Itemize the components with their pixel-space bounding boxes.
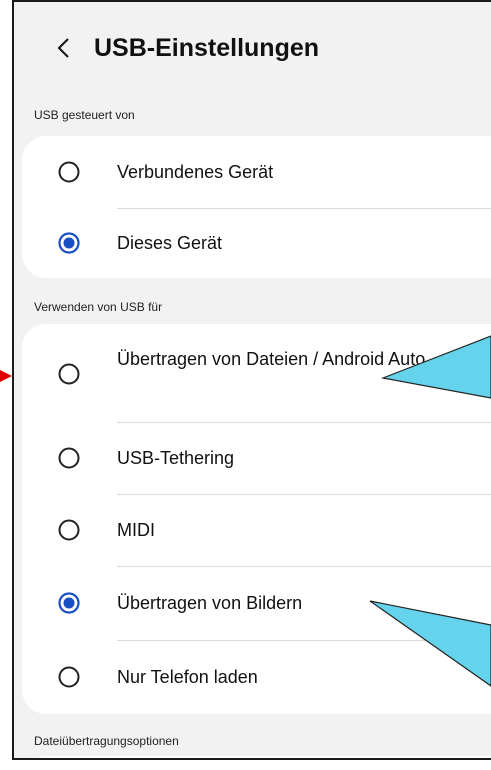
- card-use-usb-for: Übertragen von Dateien / Android Auto US…: [22, 324, 491, 714]
- radio-unselected-icon[interactable]: [58, 666, 80, 688]
- red-arrow-icon: [0, 370, 12, 382]
- back-button[interactable]: [44, 28, 84, 68]
- option-this-device[interactable]: Dieses Gerät: [22, 208, 491, 278]
- section-label-file-transfer-options: Dateiübertragungsoptionen: [34, 734, 179, 748]
- option-label: Übertragen von Bildern: [117, 593, 303, 613]
- option-charge-only[interactable]: Nur Telefon laden: [22, 640, 491, 714]
- radio-unselected-icon[interactable]: [58, 363, 80, 385]
- radio-unselected-icon[interactable]: [58, 447, 80, 469]
- app-header: USB-Einstellungen: [14, 2, 491, 94]
- option-file-transfer-android-auto[interactable]: Übertragen von Dateien / Android Auto: [22, 324, 491, 420]
- card-file-transfer-options: [22, 756, 491, 758]
- option-label: Dieses Gerät: [117, 233, 223, 253]
- option-label: USB-Tethering: [117, 448, 235, 468]
- phone-screenshot: USB-Einstellungen USB gesteuert von Verb…: [12, 0, 491, 760]
- page-title: USB-Einstellungen: [94, 34, 320, 62]
- chevron-left-icon: [57, 38, 69, 58]
- section-label-use-usb-for: Verwenden von USB für: [34, 300, 163, 314]
- option-label: MIDI: [117, 520, 155, 540]
- option-usb-tethering[interactable]: USB-Tethering: [22, 422, 491, 494]
- option-connected-device[interactable]: Verbundenes Gerät: [22, 136, 491, 208]
- card-usb-controlled-by: Verbundenes Gerät Dieses Gerät: [22, 136, 491, 278]
- radio-selected-icon[interactable]: [58, 592, 80, 614]
- section-label-usb-controlled-by: USB gesteuert von: [34, 108, 135, 122]
- radio-unselected-icon[interactable]: [58, 519, 80, 541]
- option-midi[interactable]: MIDI: [22, 494, 491, 566]
- option-label: Übertragen von Dateien / Android Auto: [117, 349, 426, 369]
- option-label: Verbundenes Gerät: [117, 162, 274, 182]
- option-label: Nur Telefon laden: [117, 667, 258, 687]
- option-transfer-images[interactable]: Übertragen von Bildern: [22, 566, 491, 640]
- radio-selected-icon[interactable]: [58, 232, 80, 254]
- radio-unselected-icon[interactable]: [58, 161, 80, 183]
